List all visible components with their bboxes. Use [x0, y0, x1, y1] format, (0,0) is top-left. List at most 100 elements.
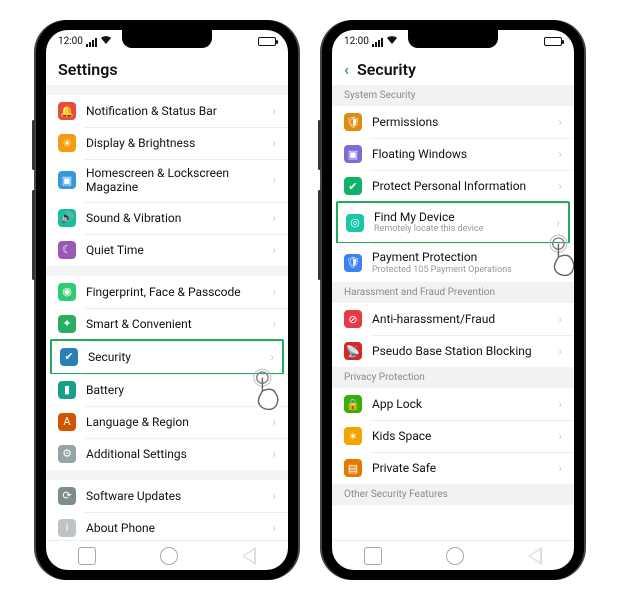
- row-kids-space[interactable]: ✶ Kids Space ›: [332, 420, 574, 452]
- language-icon: A: [58, 413, 76, 431]
- status-time: 12:00: [344, 36, 369, 47]
- chevron-right-icon: ›: [558, 312, 562, 326]
- chevron-right-icon: ›: [272, 317, 276, 331]
- row-permissions[interactable]: 🛡 Permissions ›: [332, 106, 574, 138]
- moon-icon: ☾: [58, 241, 76, 259]
- person-icon: ✶: [344, 427, 362, 445]
- signal-icon: [372, 36, 384, 47]
- row-updates[interactable]: ⟳ Software Updates ›: [46, 480, 288, 512]
- chevron-right-icon: ›: [558, 429, 562, 443]
- chevron-right-icon: ›: [272, 383, 276, 397]
- section-header: System Security: [332, 85, 574, 106]
- row-payment[interactable]: 🛡 Payment Protection Protected 105 Payme…: [332, 243, 574, 282]
- info-icon: i: [58, 519, 76, 537]
- chevron-right-icon: ›: [558, 344, 562, 358]
- nav-bar: [46, 540, 288, 570]
- nav-bar: [332, 540, 574, 570]
- chevron-right-icon: ›: [272, 243, 276, 257]
- row-smart[interactable]: ✦ Smart & Convenient ›: [46, 308, 288, 340]
- update-icon: ⟳: [58, 487, 76, 505]
- safe-icon: ▤: [344, 459, 362, 477]
- row-additional[interactable]: ⚙ Additional Settings ›: [46, 438, 288, 470]
- row-language[interactable]: A Language & Region ›: [46, 406, 288, 438]
- row-find-my-device[interactable]: ◎ Find My Device Remotely locate this de…: [336, 201, 570, 244]
- chevron-right-icon: ›: [558, 461, 562, 475]
- nav-recent-button[interactable]: [364, 547, 382, 565]
- chevron-right-icon: ›: [272, 415, 276, 429]
- row-about[interactable]: i About Phone ›: [46, 512, 288, 540]
- shield-icon: 🛡: [344, 113, 362, 131]
- antenna-icon: 📡: [344, 342, 362, 360]
- bell-icon: 🔔: [58, 102, 76, 120]
- phone-frame-left: 12:00 Settings 🔔 Notification & Status B…: [36, 20, 298, 580]
- nav-home-button[interactable]: [446, 547, 464, 565]
- chevron-right-icon: ›: [272, 104, 276, 118]
- row-fingerprint[interactable]: ◉ Fingerprint, Face & Passcode ›: [46, 276, 288, 308]
- lock-icon: 🔒: [344, 395, 362, 413]
- page-title: Security: [357, 60, 416, 79]
- speaker-icon: 🔊: [58, 209, 76, 227]
- smart-icon: ✦: [58, 315, 76, 333]
- battery-icon: [544, 37, 562, 46]
- screen-left: 12:00 Settings 🔔 Notification & Status B…: [46, 30, 288, 570]
- chevron-right-icon: ›: [270, 350, 274, 364]
- row-battery[interactable]: ▮ Battery ›: [46, 374, 288, 406]
- block-icon: ⊘: [344, 310, 362, 328]
- shield-pay-icon: 🛡: [344, 254, 362, 272]
- screen-right: 12:00 ‹ Security System Security 🛡 Permi…: [332, 30, 574, 570]
- chevron-right-icon: ›: [272, 489, 276, 503]
- nav-home-button[interactable]: [160, 547, 178, 565]
- back-button[interactable]: ‹: [344, 60, 349, 79]
- signal-icon: [86, 36, 98, 47]
- locate-icon: ◎: [346, 214, 364, 232]
- row-security[interactable]: ✔ Security ›: [50, 339, 284, 375]
- wifi-icon: [101, 36, 111, 47]
- sun-icon: ☀: [58, 134, 76, 152]
- chevron-right-icon: ›: [272, 521, 276, 535]
- gear-icon: ⚙: [58, 445, 76, 463]
- row-display[interactable]: ☀ Display & Brightness ›: [46, 127, 288, 159]
- chevron-right-icon: ›: [272, 136, 276, 150]
- chevron-right-icon: ›: [556, 216, 560, 230]
- row-app-lock[interactable]: 🔒 App Lock ›: [332, 388, 574, 420]
- row-pseudo-base[interactable]: 📡 Pseudo Base Station Blocking ›: [332, 335, 574, 367]
- chevron-right-icon: ›: [558, 397, 562, 411]
- notch: [122, 30, 212, 48]
- chevron-right-icon: ›: [272, 447, 276, 461]
- row-private-safe[interactable]: ▤ Private Safe ›: [332, 452, 574, 484]
- nav-back-button[interactable]: [528, 547, 542, 565]
- status-time: 12:00: [58, 36, 83, 47]
- nav-recent-button[interactable]: [78, 547, 96, 565]
- section-header: Harassment and Fraud Prevention: [332, 282, 574, 303]
- picture-icon: ▣: [58, 171, 76, 189]
- security-list[interactable]: System Security 🛡 Permissions › ▣ Floati…: [332, 85, 574, 540]
- row-protect-info[interactable]: ✔ Protect Personal Information ›: [332, 170, 574, 202]
- row-floating[interactable]: ▣ Floating Windows ›: [332, 138, 574, 170]
- section-header: Other Security Features: [332, 484, 574, 505]
- chevron-right-icon: ›: [558, 179, 562, 193]
- chevron-right-icon: ›: [272, 285, 276, 299]
- window-icon: ▣: [344, 145, 362, 163]
- settings-list[interactable]: 🔔 Notification & Status Bar › ☀ Display …: [46, 85, 288, 540]
- section-header: Privacy Protection: [332, 367, 574, 388]
- battery-icon: [258, 37, 276, 46]
- chevron-right-icon: ›: [272, 211, 276, 225]
- shield-icon: ✔: [60, 348, 78, 366]
- page-title: Settings: [58, 60, 118, 79]
- notch: [408, 30, 498, 48]
- row-homescreen[interactable]: ▣ Homescreen & Lockscreen Magazine ›: [46, 159, 288, 202]
- wifi-icon: [387, 36, 397, 47]
- battery-row-icon: ▮: [58, 381, 76, 399]
- row-sound[interactable]: 🔊 Sound & Vibration ›: [46, 202, 288, 234]
- row-quiet[interactable]: ☾ Quiet Time ›: [46, 234, 288, 266]
- nav-back-button[interactable]: [242, 547, 256, 565]
- fingerprint-icon: ◉: [58, 283, 76, 301]
- chevron-right-icon: ›: [558, 256, 562, 270]
- shield-check-icon: ✔: [344, 177, 362, 195]
- title-bar: ‹ Security: [332, 52, 574, 85]
- row-anti-harassment[interactable]: ⊘ Anti-harassment/Fraud ›: [332, 303, 574, 335]
- title-bar: Settings: [46, 52, 288, 85]
- chevron-right-icon: ›: [272, 173, 276, 187]
- row-notification[interactable]: 🔔 Notification & Status Bar ›: [46, 95, 288, 127]
- phone-frame-right: 12:00 ‹ Security System Security 🛡 Permi…: [322, 20, 584, 580]
